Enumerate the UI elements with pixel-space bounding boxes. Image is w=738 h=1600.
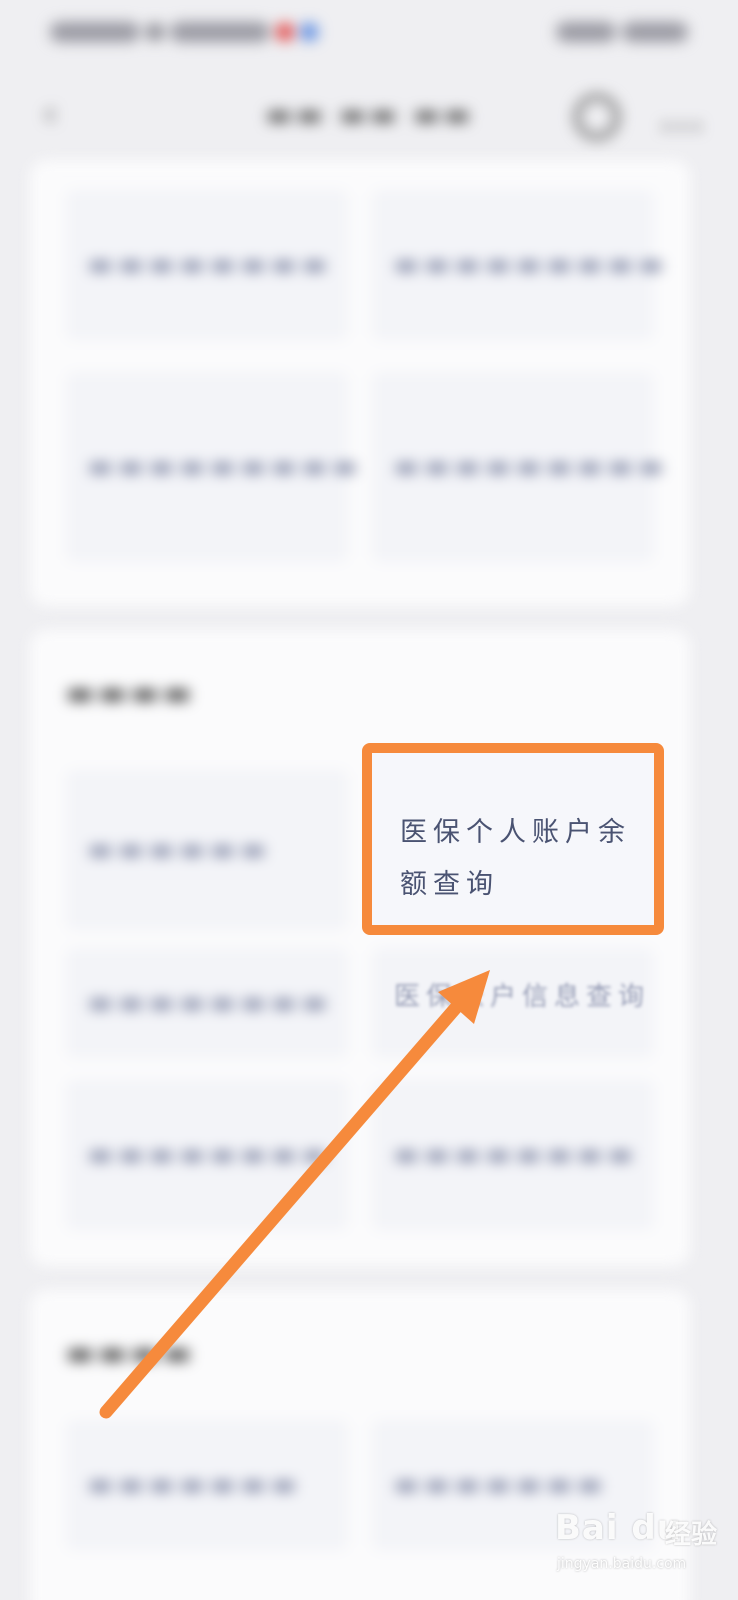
page-title: ▬▬ ▬▬ ▬▬ bbox=[265, 98, 475, 131]
status-left bbox=[50, 22, 318, 42]
status-bar bbox=[0, 0, 738, 80]
watermark-brand: Bai du bbox=[555, 1508, 682, 1548]
service-tile-partial-label: 医保账户信息查询 bbox=[394, 982, 651, 1012]
service-tile[interactable]: ▬▬▬▬▬▬▬▬ bbox=[66, 190, 348, 340]
service-tile[interactable]: ▬▬▬▬▬▬▬▬ bbox=[66, 1080, 348, 1230]
status-app-icon bbox=[300, 23, 318, 41]
highlighted-service-label: 医保个人账户余额查询 bbox=[400, 817, 631, 900]
status-right bbox=[556, 22, 688, 42]
status-icon bbox=[146, 23, 164, 41]
status-battery bbox=[622, 22, 688, 42]
section-title: ▬▬▬▬ bbox=[66, 1336, 196, 1371]
gear-icon[interactable] bbox=[574, 94, 620, 140]
service-tile[interactable]: ▬▬▬▬▬▬▬▬▬ bbox=[66, 372, 357, 562]
service-tile[interactable]: ▬▬▬▬▬▬ bbox=[66, 770, 348, 930]
status-notification-icon bbox=[276, 23, 294, 41]
status-speed bbox=[170, 22, 270, 42]
baidu-watermark: Bai du 经验 jingyan.baidu.com bbox=[555, 1500, 725, 1590]
status-signal bbox=[556, 22, 616, 42]
more-dots-icon[interactable]: ••• bbox=[660, 116, 705, 141]
service-card-2: ▬▬▬▬ ▬▬▬▬▬▬ ▬▬▬▬▬▬▬▬ ▬▬▬▬▬▬▬▬ ▬▬▬▬▬▬▬▬ bbox=[30, 630, 690, 1266]
service-tile[interactable]: ▬▬▬▬▬▬▬▬▬ bbox=[372, 190, 663, 340]
highlighted-service-tile[interactable]: 医保个人账户余额查询 bbox=[362, 743, 664, 935]
service-tile[interactable]: ▬▬▬▬▬▬▬ bbox=[66, 1420, 348, 1550]
service-tile[interactable]: ▬▬▬▬▬▬▬▬ bbox=[66, 948, 348, 1058]
chevron-left-icon[interactable]: ‹ bbox=[30, 94, 70, 134]
watermark-suffix: 经验 bbox=[665, 1520, 718, 1550]
watermark-url: jingyan.baidu.com bbox=[557, 1556, 687, 1572]
status-carrier bbox=[50, 22, 140, 42]
nav-bar: ‹ ▬▬ ▬▬ ▬▬ ••• bbox=[0, 80, 738, 160]
service-tile[interactable]: ▬▬▬▬▬▬▬▬▬ bbox=[372, 372, 663, 562]
service-card-1: ▬▬▬▬▬▬▬▬ ▬▬▬▬▬▬▬▬▬ ▬▬▬▬▬▬▬▬▬ ▬▬▬▬▬▬▬▬▬ bbox=[30, 160, 690, 606]
service-tile[interactable]: ▬▬▬▬▬▬▬▬ bbox=[372, 1080, 654, 1230]
section-title: ▬▬▬▬ bbox=[66, 676, 196, 711]
